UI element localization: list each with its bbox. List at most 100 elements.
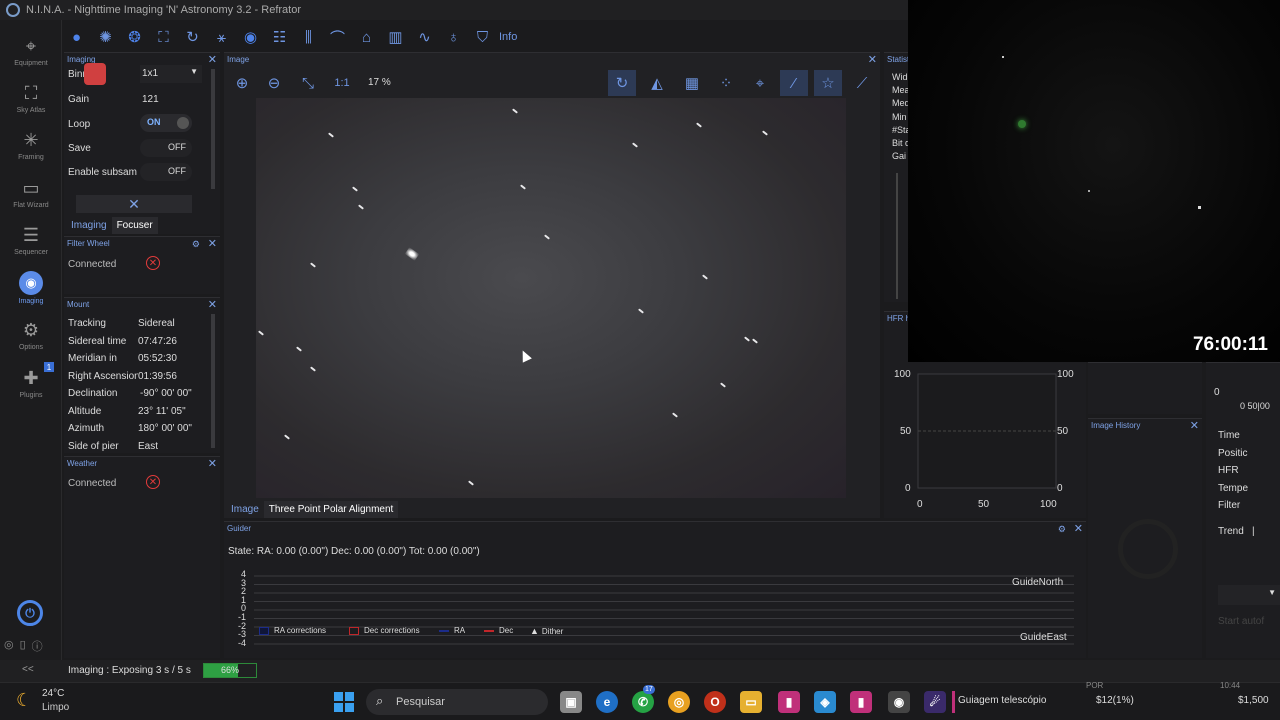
nav-flat-wizard[interactable]: ▭ Flat Wizard: [0, 170, 62, 216]
nav-framing[interactable]: ✳ Framing: [0, 122, 62, 168]
opera-icon[interactable]: O: [704, 691, 726, 713]
app-pink-2-icon[interactable]: ▮: [850, 691, 872, 713]
dome-icon[interactable]: ⌂: [352, 23, 381, 51]
guide-north-label: GuideNorth: [1012, 577, 1064, 588]
gain-label: Gain: [68, 94, 90, 105]
star-icon[interactable]: ☆: [814, 70, 842, 96]
app-pink-icon[interactable]: ▮: [778, 691, 800, 713]
hfr-graph-icon[interactable]: ∿: [410, 23, 439, 51]
guider-icon[interactable]: ⚹: [207, 23, 236, 51]
info-circle-icon[interactable]: ⓘ: [32, 638, 43, 654]
crosshair-icon[interactable]: ⌖: [746, 70, 774, 96]
sequence-list-icon[interactable]: ☷: [265, 23, 294, 51]
book-icon[interactable]: ▯: [20, 638, 26, 654]
taskbar-search[interactable]: ⌕ Pesquisar: [366, 689, 548, 715]
binning-select[interactable]: 1x1 ▼: [140, 65, 202, 83]
filter-wheel-icon[interactable]: ✺: [91, 23, 120, 51]
nav-options[interactable]: ⚙ Options: [0, 312, 62, 358]
legend-swatch: [439, 629, 449, 632]
disconnected-icon[interactable]: ✕: [146, 256, 160, 270]
position-label: Positic: [1218, 448, 1248, 459]
start-autofocus-button[interactable]: Start autof: [1218, 616, 1264, 627]
captured-image[interactable]: [256, 98, 846, 498]
nav-sequencer[interactable]: ☰ Sequencer: [0, 217, 62, 263]
eye-icon[interactable]: ◎: [4, 638, 14, 654]
hfr-left-tick: 100: [894, 369, 911, 380]
rotate-icon[interactable]: ↻: [608, 70, 636, 96]
tab-image[interactable]: Image: [226, 501, 264, 518]
gain-value[interactable]: 121: [142, 94, 159, 105]
fit-to-screen-icon[interactable]: ⤡: [294, 70, 322, 96]
tab-focuser[interactable]: Focuser: [111, 217, 158, 234]
zoom-1to1-button[interactable]: 1:1: [328, 70, 356, 96]
bulb-icon[interactable]: ♁: [439, 23, 468, 51]
autofocus-method-select[interactable]: ▼: [1218, 585, 1280, 605]
flip-icon[interactable]: ◭: [643, 70, 671, 96]
grid-icon[interactable]: ▦: [678, 70, 706, 96]
disconnected-icon[interactable]: ✕: [146, 475, 160, 489]
tab-imaging[interactable]: Imaging: [66, 217, 112, 234]
nav-imaging[interactable]: ◉ Imaging: [0, 265, 62, 311]
sliders-icon[interactable]: ⫼: [294, 23, 323, 51]
chrome-icon[interactable]: ◎: [668, 691, 690, 713]
close-icon[interactable]: ✕: [208, 457, 217, 471]
cancel-exposure-button[interactable]: ✕: [76, 195, 192, 213]
star-detection-icon[interactable]: ⁘: [712, 70, 740, 96]
info-label[interactable]: Info: [499, 31, 517, 43]
nav-plugins[interactable]: ✚ Plugins 1: [0, 360, 62, 406]
close-icon[interactable]: ✕: [1074, 522, 1083, 536]
annotate-icon[interactable]: ⁄: [780, 70, 808, 96]
legend-label: Dither: [541, 626, 564, 636]
telescope-tilt-icon[interactable]: ⟋: [848, 70, 876, 96]
subsample-label: Enable subsam: [68, 167, 137, 178]
zoom-out-icon[interactable]: ⊖: [260, 70, 288, 96]
telescope-icon[interactable]: ◉: [236, 23, 265, 51]
loop-toggle[interactable]: ON: [140, 114, 192, 132]
clock-fragment: 10:44: [1220, 681, 1241, 690]
settings-icon[interactable]: ⚙: [1058, 522, 1066, 536]
scrollbar[interactable]: [211, 69, 215, 189]
camera-icon[interactable]: ●: [62, 23, 91, 51]
legend-label: RA corrections: [274, 626, 327, 635]
close-icon[interactable]: ✕: [1190, 419, 1199, 433]
app-blue-icon[interactable]: ◈: [814, 691, 836, 713]
declination-label: Declination: [68, 388, 118, 399]
hfr-x-tick: 0: [917, 499, 923, 510]
file-explorer-icon[interactable]: ▭: [740, 691, 762, 713]
statistics-icon[interactable]: ▥: [381, 23, 410, 51]
nina-taskbar-icon[interactable]: ◉: [888, 691, 910, 713]
close-icon[interactable]: ✕: [208, 298, 217, 312]
subsample-toggle[interactable]: OFF: [140, 163, 192, 181]
azimuth-value: 180° 00' 00": [138, 423, 192, 434]
price-ticker-1: $12(1%): [1096, 695, 1134, 706]
hfr-left-tick: 0: [905, 483, 911, 494]
active-window-title[interactable]: Guiagem telescópio: [958, 695, 1046, 706]
whatsapp-icon[interactable]: ✆: [632, 691, 654, 713]
edge-icon[interactable]: e: [596, 691, 618, 713]
legend-dec: Dec: [484, 626, 513, 635]
nav-sky-atlas[interactable]: ⛶ Sky Atlas: [0, 75, 62, 121]
close-icon[interactable]: ✕: [868, 53, 877, 67]
nav-framing-label: Framing: [18, 154, 44, 161]
nav-equipment[interactable]: ⌖ Equipment: [0, 28, 62, 74]
collapse-nav-button[interactable]: <<: [22, 664, 34, 675]
settings-icon[interactable]: ⚙: [192, 237, 200, 251]
task-view-icon[interactable]: ▣: [560, 691, 582, 713]
windows-start-icon[interactable]: [334, 692, 354, 712]
switch-icon[interactable]: ↻: [178, 23, 207, 51]
save-toggle[interactable]: OFF: [140, 139, 192, 157]
safety-icon[interactable]: ⛉: [468, 23, 497, 51]
focuser-icon[interactable]: ❂: [120, 23, 149, 51]
save-toggle-state: OFF: [168, 142, 186, 152]
nav-plugins-label: Plugins: [19, 392, 43, 399]
close-icon[interactable]: ✕: [208, 53, 217, 67]
scrollbar[interactable]: [211, 314, 215, 448]
tab-three-point-polar-alignment[interactable]: Three Point Polar Alignment: [263, 501, 399, 518]
close-icon[interactable]: ✕: [208, 237, 217, 251]
weather-icon[interactable]: ⌒: [323, 23, 352, 51]
zoom-in-icon[interactable]: ⊕: [228, 70, 256, 96]
rotator-icon[interactable]: ⛶: [149, 23, 178, 51]
app-overlay-icon: [84, 63, 106, 85]
power-icon[interactable]: ⏻: [17, 600, 43, 626]
stellarium-icon[interactable]: ☄: [924, 691, 946, 713]
